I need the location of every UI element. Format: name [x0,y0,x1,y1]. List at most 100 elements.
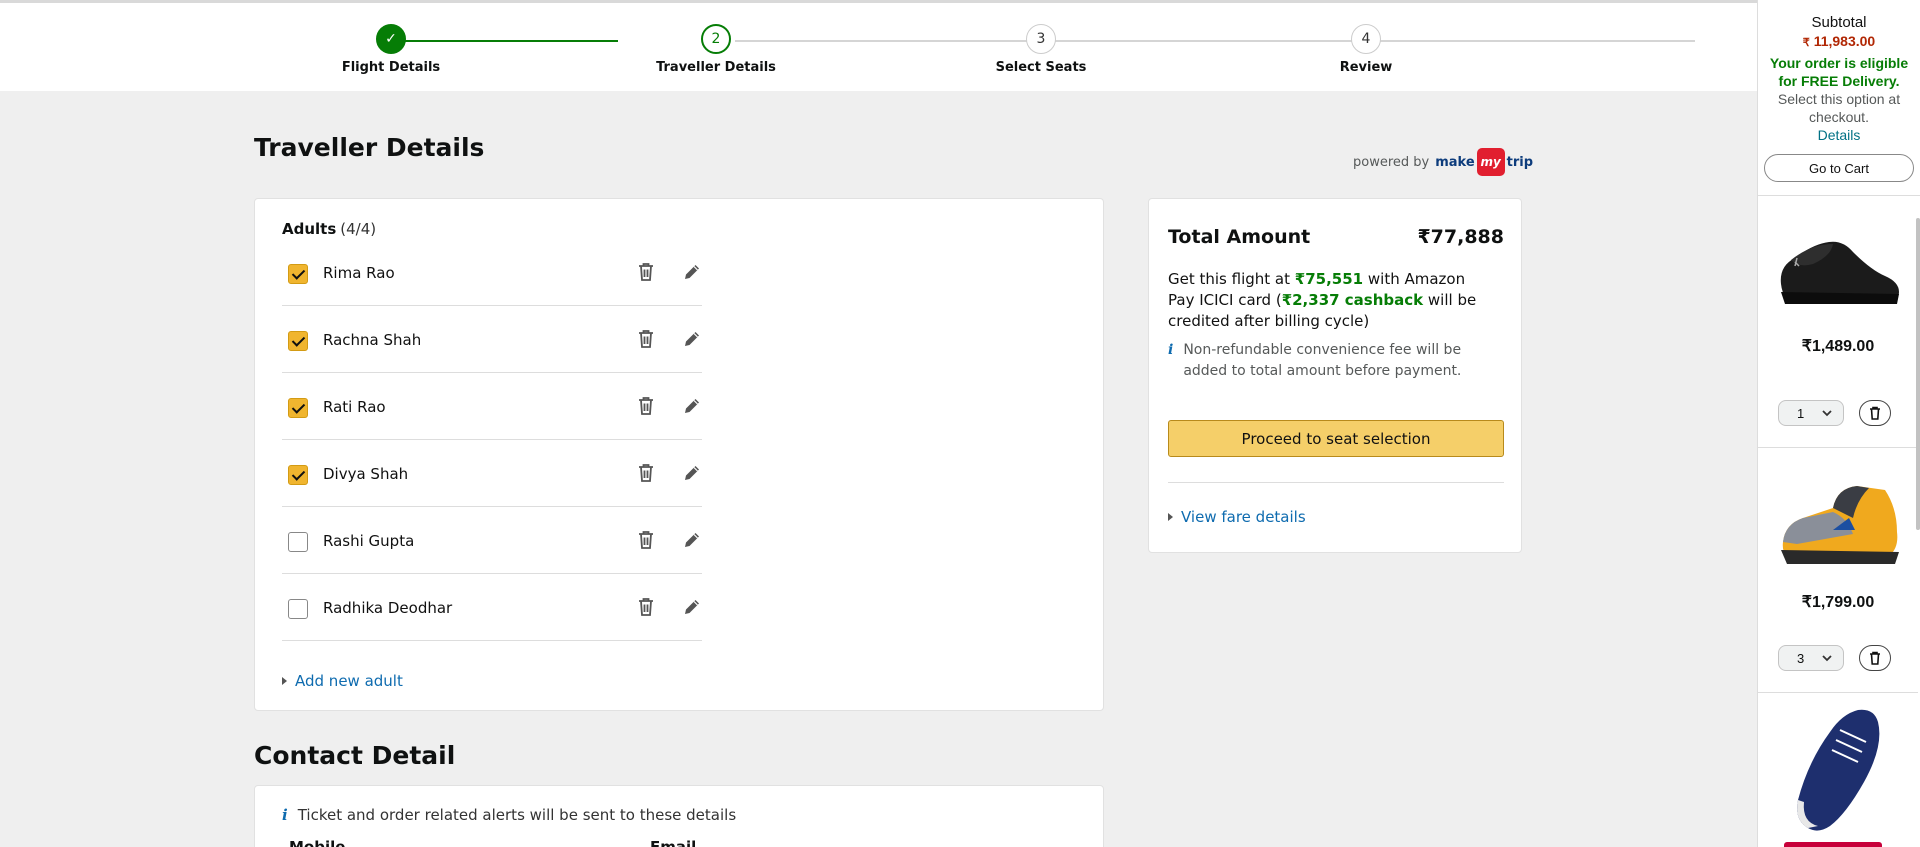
info-icon: i [1168,342,1174,358]
trash-icon [1870,651,1880,665]
delete-item-button[interactable] [1859,400,1891,426]
caret-right-icon [1168,513,1173,521]
traveller-row: Rashi Gupta [282,507,702,574]
caret-right-icon [282,677,287,685]
travellers-card: Adults (4/4) Rima Rao Rachna Shah Rati Rao D… [254,198,1104,711]
pencil-edit-icon[interactable] [681,395,703,417]
view-fare-details-link[interactable]: View fare details [1168,508,1306,526]
offer-price: ₹75,551 [1294,270,1364,288]
go-to-cart-button[interactable]: Go to Cart [1764,154,1914,182]
cart-summary: Subtotal ₹ 11,983.00 Your order is eligi… [1758,0,1920,182]
subtotal-value: 11,983.00 [1813,33,1876,49]
total-amount-card: Total Amount ₹77,888 Get this flight at … [1148,198,1522,553]
card-offer-text: Get this flight at ₹75,551 with Amazon P… [1168,269,1488,332]
subtotal-amount: ₹ 11,983.00 [1764,33,1914,49]
traveller-name: Radhika Deodhar [323,599,453,617]
logo-trip: trip [1506,154,1534,170]
pencil-edit-icon[interactable] [681,328,703,350]
logo-make: make [1435,154,1475,170]
subtotal-label: Subtotal [1811,14,1867,31]
adults-heading: Adults (4/4) [282,220,376,238]
traveller-checkbox[interactable] [288,532,308,552]
step-label: Traveller Details [656,60,776,75]
cart-item: ₹1,489.00 [1758,222,1918,356]
contact-note: i Ticket and order related alerts will b… [282,806,736,824]
step-review: 4 Review [1266,24,1466,75]
step-label: Review [1339,60,1393,75]
proceed-to-seat-selection-button[interactable]: Proceed to seat selection [1168,420,1504,457]
scrollbar-thumb[interactable] [1916,218,1920,530]
trash-icon[interactable] [635,261,657,283]
pencil-edit-icon[interactable] [681,261,703,283]
divider [1758,692,1918,693]
traveller-name: Rima Rao [323,264,395,282]
trash-icon [1870,406,1880,420]
trash-icon[interactable] [635,529,657,551]
divider [1168,482,1504,483]
contact-detail-title: Contact Detail [254,741,456,770]
logo-my: my [1476,148,1505,176]
quantity-value: 1 [1797,405,1805,421]
chevron-down-icon [1822,410,1832,417]
free-delivery-bold: Your order is eligible for FREE Delivery… [1769,55,1909,89]
currency-symbol: ₹ [1802,37,1810,49]
pencil-edit-icon[interactable] [681,462,703,484]
total-amount-row: Total Amount ₹77,888 [1168,226,1504,248]
delete-item-button[interactable] [1859,645,1891,671]
black-shoe-image[interactable] [1773,222,1903,322]
divider [1758,195,1920,196]
powered-by: powered by make my trip [1353,148,1533,176]
trash-icon[interactable] [635,462,657,484]
traveller-checkbox[interactable] [288,331,308,351]
trash-icon[interactable] [635,328,657,350]
adults-count: (4/4) [340,220,377,238]
total-amount-label: Total Amount [1168,226,1311,248]
traveller-checkbox[interactable] [288,264,308,284]
quantity-value: 3 [1797,650,1805,666]
step-number: 4 [1351,24,1381,54]
step-select-seats: 3 Select Seats [941,24,1141,75]
add-new-adult-label: Add new adult [295,672,403,690]
traveller-row: Rima Rao [282,239,702,306]
add-new-adult-link[interactable]: Add new adult [282,672,403,690]
pencil-edit-icon[interactable] [681,596,703,618]
convenience-fee-note: i Non-refundable convenience fee will be… [1168,340,1504,382]
offer-cashback: ₹2,337 cashback [1281,291,1424,309]
powered-by-text: powered by [1353,154,1430,170]
running-shoe-image[interactable] [1778,702,1898,837]
traveller-checkbox[interactable] [288,398,308,418]
quantity-select[interactable]: 1 [1778,400,1844,426]
convenience-fee-text: Non-refundable convenience fee will be a… [1183,342,1462,379]
step-traveller-details[interactable]: 2 Traveller Details [616,24,816,75]
traveller-name: Rashi Gupta [323,532,415,550]
traveller-row: Rachna Shah [282,306,702,373]
traveller-checkbox[interactable] [288,465,308,485]
step-label: Flight Details [341,60,441,75]
cart-item-badge [1784,842,1882,847]
details-link[interactable]: Details [1764,126,1914,144]
step-number: 2 [701,24,731,54]
traveller-checkbox[interactable] [288,599,308,619]
contact-note-text: Ticket and order related alerts will be … [297,806,737,824]
contact-card: i Ticket and order related alerts will b… [254,785,1104,847]
traveller-row: Rati Rao [282,373,702,440]
trash-icon[interactable] [635,596,657,618]
step-connector [735,40,1695,42]
step-flight-details[interactable]: ✓ Flight Details [291,24,491,75]
mobile-label: Mobile [289,838,346,847]
checkout-stepper: ✓ Flight Details 2 Traveller Details 3 S… [0,0,1757,91]
item-price: ₹1,799.00 [1801,594,1875,611]
traveller-name: Rachna Shah [323,331,422,349]
item-price: ₹1,489.00 [1801,338,1875,355]
quantity-select[interactable]: 3 [1778,645,1844,671]
traveller-name: Rati Rao [323,398,386,416]
offer-text-1: Get this flight at [1168,270,1295,288]
trash-icon[interactable] [635,395,657,417]
cart-item: ₹1,799.00 [1758,478,1918,612]
info-icon: i [282,806,288,824]
pencil-edit-icon[interactable] [681,529,703,551]
hiking-shoe-image[interactable] [1773,478,1903,578]
total-amount-value: ₹77,888 [1417,226,1504,248]
step-done-check-icon: ✓ [376,24,406,54]
email-label: Email [650,838,697,847]
